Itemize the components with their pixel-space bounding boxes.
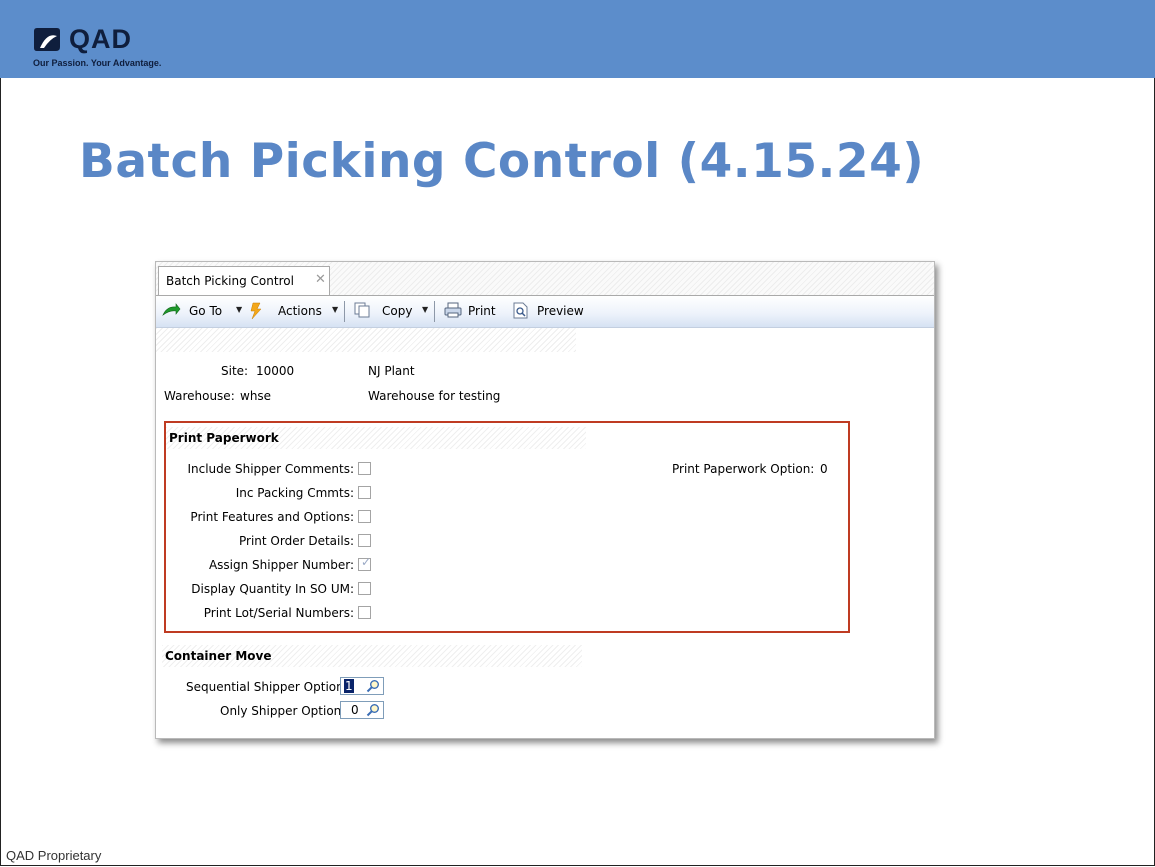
checkbox-label: Display Quantity In SO UM: bbox=[191, 582, 354, 596]
display-quantity-so-um-row: Display Quantity In SO UM: bbox=[166, 581, 374, 597]
print-button[interactable]: Print bbox=[468, 304, 496, 318]
lookup-magnifier-icon[interactable] bbox=[366, 679, 380, 693]
sequential-shipper-option-value: 1 bbox=[344, 679, 354, 693]
print-paperwork-option-label: Print Paperwork Option: bbox=[672, 462, 815, 476]
warehouse-value[interactable]: whse bbox=[240, 389, 271, 403]
print-paperwork-highlight: Print Paperwork Include Shipper Comments… bbox=[164, 421, 850, 633]
toolbar: Go To ▼ Actions ▼ Copy ▼ Print Preview bbox=[156, 296, 934, 328]
toolbar-separator bbox=[344, 301, 345, 322]
checkbox-label: Print Order Details: bbox=[239, 534, 354, 548]
actions-lightning-icon bbox=[250, 302, 262, 320]
copy-button[interactable]: Copy bbox=[382, 304, 412, 318]
print-features-options-checkbox[interactable] bbox=[358, 510, 371, 523]
actions-button[interactable]: Actions bbox=[278, 304, 322, 318]
chevron-down-icon[interactable]: ▼ bbox=[236, 305, 242, 314]
include-shipper-comments-checkbox[interactable] bbox=[358, 462, 371, 475]
header-band: QAD Our Passion. Your Advantage. bbox=[0, 0, 1155, 78]
site-value[interactable]: 10000 bbox=[256, 364, 294, 378]
inc-packing-cmmts-checkbox[interactable] bbox=[358, 486, 371, 499]
checkbox-label: Print Lot/Serial Numbers: bbox=[203, 606, 354, 620]
header-area-bar bbox=[156, 328, 576, 352]
assign-shipper-number-row: Assign Shipper Number: ✓ bbox=[166, 555, 374, 573]
site-description: NJ Plant bbox=[368, 364, 415, 378]
print-lot-serial-numbers-row: Print Lot/Serial Numbers: bbox=[166, 605, 374, 621]
toolbar-separator bbox=[434, 301, 435, 322]
print-paperwork-option-value[interactable]: 0 bbox=[820, 462, 828, 476]
container-move-header: Container Move bbox=[162, 645, 582, 667]
footer-text: QAD Proprietary bbox=[6, 848, 102, 863]
slide-title: Batch Picking Control (4.15.24) bbox=[79, 134, 925, 189]
checkbox-label: Assign Shipper Number: bbox=[208, 558, 354, 572]
tab-label: Batch Picking Control bbox=[166, 274, 294, 288]
chevron-down-icon[interactable]: ▼ bbox=[332, 305, 338, 314]
preview-icon bbox=[513, 302, 528, 319]
go-to-button[interactable]: Go To bbox=[189, 304, 222, 318]
app-window: Batch Picking Control ✕ Go To ▼ Actions … bbox=[155, 261, 935, 739]
printer-icon bbox=[444, 302, 462, 318]
warehouse-label: Warehouse: bbox=[164, 389, 235, 403]
print-order-details-checkbox[interactable] bbox=[358, 534, 371, 547]
preview-button[interactable]: Preview bbox=[537, 304, 584, 318]
inc-packing-cmmts-row: Inc Packing Cmmts: bbox=[166, 485, 374, 501]
tab-batch-picking-control[interactable]: Batch Picking Control ✕ bbox=[158, 266, 330, 295]
checkbox-label: Include Shipper Comments: bbox=[187, 462, 354, 476]
only-shipper-option-value: 0 bbox=[351, 703, 359, 717]
checkmark-icon: ✓ bbox=[361, 555, 372, 569]
print-paperwork-header: Print Paperwork bbox=[166, 427, 586, 449]
print-lot-serial-numbers-checkbox[interactable] bbox=[358, 606, 371, 619]
qad-logo-mark-icon bbox=[34, 28, 60, 51]
qad-logo: QAD Our Passion. Your Advantage. bbox=[33, 24, 193, 76]
logo-tagline: Our Passion. Your Advantage. bbox=[33, 58, 162, 68]
logo-text: QAD bbox=[69, 24, 132, 54]
sequential-shipper-option-label: Sequential Shipper Option: bbox=[186, 680, 348, 694]
close-icon[interactable]: ✕ bbox=[315, 272, 326, 287]
copy-icon bbox=[354, 302, 370, 318]
print-order-details-row: Print Order Details: bbox=[166, 533, 374, 549]
checkbox-label: Inc Packing Cmmts: bbox=[235, 486, 354, 500]
lookup-magnifier-icon[interactable] bbox=[366, 703, 380, 717]
assign-shipper-number-checkbox[interactable]: ✓ bbox=[358, 555, 372, 571]
print-features-options-row: Print Features and Options: bbox=[166, 509, 374, 525]
include-shipper-comments-row: Include Shipper Comments: bbox=[166, 461, 374, 477]
only-shipper-option-label: Only Shipper Option: bbox=[220, 704, 346, 718]
print-paperwork-title: Print Paperwork bbox=[169, 431, 279, 445]
go-to-arrow-icon bbox=[162, 303, 181, 316]
tab-strip: Batch Picking Control ✕ bbox=[156, 262, 934, 296]
sequential-shipper-option-field[interactable]: 1 bbox=[340, 677, 384, 695]
site-label: Site: bbox=[221, 364, 249, 378]
warehouse-description: Warehouse for testing bbox=[368, 389, 501, 403]
checkbox-label: Print Features and Options: bbox=[190, 510, 354, 524]
container-move-title: Container Move bbox=[165, 649, 272, 663]
display-quantity-so-um-checkbox[interactable] bbox=[358, 582, 371, 595]
only-shipper-option-field[interactable]: 0 bbox=[340, 701, 384, 719]
chevron-down-icon[interactable]: ▼ bbox=[422, 305, 428, 314]
